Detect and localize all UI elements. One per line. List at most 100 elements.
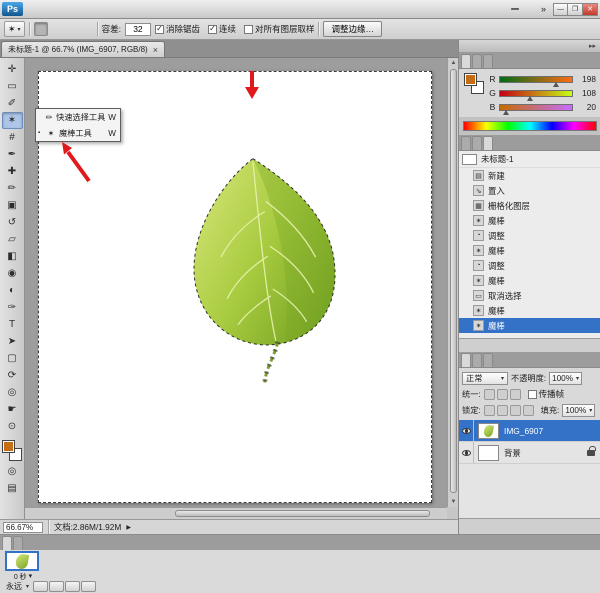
history-state[interactable]: ✶魔棒 <box>459 213 600 228</box>
eraser-tool[interactable]: ▱ <box>2 231 23 248</box>
restore-button[interactable]: ❐ <box>568 3 583 16</box>
workspace-overflow-button[interactable]: » <box>538 4 549 14</box>
zoom-level-field[interactable]: 66.67% <box>3 522 43 533</box>
zoom-tool[interactable]: ⊙ <box>2 418 23 435</box>
tolerance-input[interactable] <box>125 23 151 36</box>
marquee-tool[interactable]: ▭ <box>2 78 23 95</box>
3d-rotate-tool[interactable]: ⟳ <box>2 367 23 384</box>
panel-tab[interactable] <box>461 54 471 68</box>
scroll-down-icon[interactable]: ▼ <box>451 499 457 505</box>
channel-slider-track[interactable] <box>499 90 573 97</box>
history-state[interactable]: ✶魔棒 <box>459 273 600 288</box>
options-checkbox[interactable]: 对所有图层取样 <box>244 23 315 35</box>
layer-row[interactable]: IMG_6907 <box>459 420 600 442</box>
lock-position-icon[interactable] <box>510 405 521 416</box>
gradient-tool[interactable]: ◧ <box>2 248 23 265</box>
layer-visibility-toggle[interactable] <box>459 442 474 463</box>
foreground-color-swatch[interactable] <box>464 73 477 86</box>
lock-all-icon[interactable] <box>523 405 534 416</box>
panel-tab[interactable] <box>472 136 482 150</box>
history-state[interactable]: ◔调整 <box>459 258 600 273</box>
healing-brush-tool[interactable]: ✚ <box>2 163 23 180</box>
eyedropper-tool[interactable]: ✒ <box>2 146 23 163</box>
crop-tool[interactable]: # <box>2 129 23 146</box>
blur-tool[interactable]: ◉ <box>2 265 23 282</box>
panel-tab[interactable] <box>472 353 482 367</box>
panel-tab[interactable] <box>483 353 493 367</box>
fill-field[interactable]: 100%▾ <box>562 404 595 417</box>
history-brush-tool[interactable]: ↺ <box>2 214 23 231</box>
animation-frame[interactable]: 0 秒▾ <box>5 551 41 582</box>
magic-wand-tool[interactable]: ✶ <box>2 112 23 129</box>
canvas-area[interactable]: ✏快速选择工具W✶魔棒工具W <box>25 58 447 507</box>
layer-thumbnail[interactable] <box>478 445 499 461</box>
channel-slider-handle[interactable] <box>503 110 509 115</box>
horizontal-scrollbar-thumb[interactable] <box>175 510 430 517</box>
next-frame-button[interactable] <box>81 581 96 592</box>
panel-tab[interactable] <box>13 536 23 550</box>
panel-tab[interactable] <box>461 353 471 367</box>
flyout-menu-item[interactable]: ✏快速选择工具W <box>36 109 120 125</box>
vertical-scrollbar-thumb[interactable] <box>450 69 457 493</box>
dock-collapse-bar[interactable]: ▸▸ <box>459 40 600 53</box>
quick-mask-button[interactable]: ◎ <box>2 463 23 480</box>
document-tab[interactable]: 未标题-1 @ 66.7% (IMG_6907, RGB/8) × <box>1 41 165 57</box>
pen-tool[interactable]: ✑ <box>2 299 23 316</box>
channel-slider-track[interactable] <box>499 76 573 83</box>
flyout-menu-item[interactable]: ✶魔棒工具W <box>36 125 120 141</box>
propagate-frames-checkbox[interactable]: 传播帧 <box>528 388 565 400</box>
blend-mode-select[interactable]: 正常▾ <box>462 372 508 385</box>
lasso-tool[interactable]: ✐ <box>2 95 23 112</box>
channel-slider-handle[interactable] <box>527 96 533 101</box>
history-state[interactable]: ▦栅格化图层 <box>459 198 600 213</box>
subtract-from-selection-icon[interactable] <box>64 22 78 36</box>
scroll-up-icon[interactable]: ▲ <box>451 60 457 66</box>
clone-stamp-tool[interactable]: ▣ <box>2 197 23 214</box>
unify-visibility-icon[interactable] <box>497 389 508 400</box>
workspace-button[interactable] <box>520 8 528 10</box>
workspace-button[interactable] <box>529 8 537 10</box>
lock-pixels-icon[interactable] <box>497 405 508 416</box>
history-state[interactable]: ⇘置入 <box>459 183 600 198</box>
unify-style-icon[interactable] <box>510 389 521 400</box>
hand-tool[interactable]: ☛ <box>2 401 23 418</box>
loop-count-select[interactable]: 永远▾ <box>4 581 31 592</box>
play-button[interactable] <box>65 581 80 592</box>
3d-camera-tool[interactable]: ◎ <box>2 384 23 401</box>
horizontal-scrollbar[interactable] <box>25 507 447 519</box>
options-checkbox[interactable]: 消除锯齿 <box>155 23 200 35</box>
tool-preset-picker[interactable]: ✶ ▾ <box>4 21 25 37</box>
shape-tool[interactable]: ▢ <box>2 350 23 367</box>
panel-tab[interactable] <box>2 536 12 550</box>
history-state[interactable]: ✶魔棒 <box>459 243 600 258</box>
opacity-field[interactable]: 100%▾ <box>549 372 582 385</box>
channel-slider-handle[interactable] <box>553 82 559 87</box>
layer-row[interactable]: 背景 <box>459 442 600 464</box>
lock-transparency-icon[interactable] <box>484 405 495 416</box>
move-tool[interactable]: ✛ <box>2 61 23 78</box>
layer-visibility-toggle[interactable] <box>459 420 474 441</box>
refine-edge-button[interactable]: 调整边缘… <box>323 21 382 37</box>
workspace-button[interactable] <box>511 8 519 10</box>
type-tool[interactable]: T <box>2 316 23 333</box>
photoshop-logo[interactable]: Ps <box>2 2 23 16</box>
panel-tab[interactable] <box>461 136 471 150</box>
frame-thumbnail[interactable] <box>5 551 39 571</box>
close-button[interactable]: ✕ <box>583 3 598 16</box>
history-doc-state[interactable]: 未标题-1 <box>459 151 600 168</box>
vertical-scrollbar[interactable]: ▲ ▼ <box>447 58 458 507</box>
dodge-tool[interactable]: ◐ <box>2 282 23 299</box>
brush-tool[interactable]: ✏ <box>2 180 23 197</box>
history-state[interactable]: ▤新建 <box>459 168 600 183</box>
options-checkbox[interactable]: 连续 <box>208 23 236 35</box>
first-frame-button[interactable] <box>33 581 48 592</box>
previous-frame-button[interactable] <box>49 581 64 592</box>
path-selection-tool[interactable]: ➤ <box>2 333 23 350</box>
panel-tab[interactable] <box>483 54 493 68</box>
close-tab-icon[interactable]: × <box>153 45 158 55</box>
channel-slider-track[interactable] <box>499 104 573 111</box>
add-to-selection-icon[interactable] <box>49 22 63 36</box>
foreground-color-swatch[interactable] <box>2 440 15 453</box>
unify-position-icon[interactable] <box>484 389 495 400</box>
history-state[interactable]: ◔调整 <box>459 228 600 243</box>
